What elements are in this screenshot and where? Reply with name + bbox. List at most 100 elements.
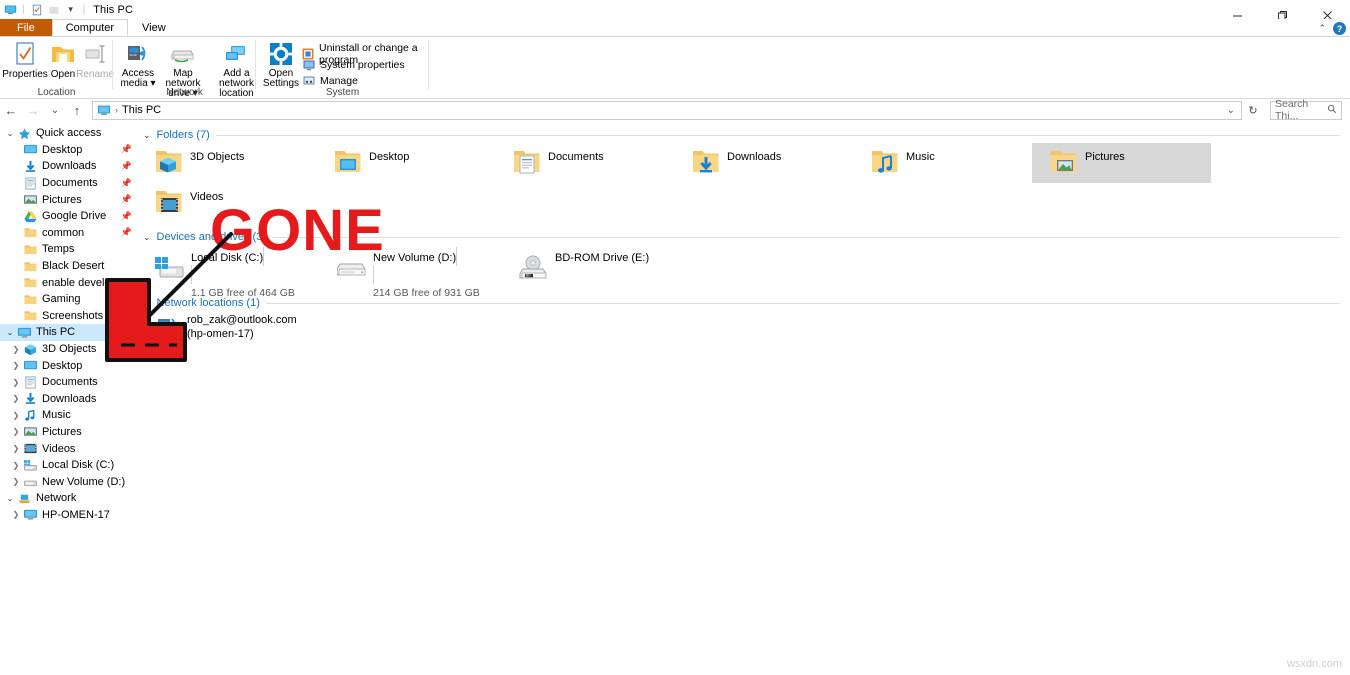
folder-tile[interactable]: Pictures bbox=[1032, 143, 1211, 183]
desktop-icon bbox=[22, 359, 38, 373]
chevron-down-icon[interactable]: ⌄ bbox=[4, 328, 16, 337]
nav-item-label: HP-OMEN-17 bbox=[42, 509, 110, 521]
manage-item[interactable]: Manage bbox=[302, 74, 358, 87]
address-tail: ⌄ bbox=[1227, 105, 1237, 116]
local-disk-icon bbox=[22, 458, 38, 472]
search-input[interactable]: Search Thi... bbox=[1270, 101, 1342, 120]
drive-item[interactable]: BDBD-ROM Drive (E:) bbox=[501, 245, 683, 289]
chevron-right-icon[interactable]: ❯ bbox=[10, 345, 22, 354]
3d-objects-icon bbox=[22, 342, 38, 356]
music-icon bbox=[22, 408, 38, 422]
access-media-button[interactable]: Access media ▾ bbox=[116, 40, 160, 89]
nav-item-label: common bbox=[42, 227, 84, 239]
folder-tile[interactable]: Downloads bbox=[674, 143, 853, 183]
new-folder-icon[interactable] bbox=[47, 3, 61, 17]
map-network-drive-icon bbox=[158, 40, 208, 68]
collapse-ribbon-icon[interactable]: ⌃ bbox=[1318, 23, 1326, 34]
nav-item-hp-omen-17[interactable]: ❯ HP-OMEN-17 bbox=[0, 507, 137, 524]
folder-tile-label: Downloads bbox=[727, 151, 781, 163]
pin-icon[interactable]: 📌 bbox=[121, 211, 132, 222]
network-locations-row: rob_zak@outlook.com(hp-omen-17) bbox=[137, 311, 1350, 341]
group-header-network[interactable]: ⌄ Network locations (1) bbox=[143, 297, 1350, 309]
ribbon-tab-bar: File Computer View ⌃ ? bbox=[0, 19, 1350, 36]
nav-item-pictures[interactable]: ❯Pictures bbox=[0, 424, 137, 441]
folder-tile-label: Music bbox=[906, 151, 935, 163]
nav-section-network[interactable]: ⌄Network bbox=[0, 490, 137, 507]
chevron-right-icon[interactable]: ❯ bbox=[10, 510, 22, 519]
nav-item-desktop[interactable]: Desktop📌 bbox=[0, 142, 137, 159]
nav-item-label: Videos bbox=[42, 443, 75, 455]
recent-locations-button[interactable]: ⌄ bbox=[44, 99, 66, 121]
nav-item-videos[interactable]: ❯ Videos bbox=[0, 440, 137, 457]
qat-divider-2: | bbox=[81, 4, 88, 15]
tab-computer[interactable]: Computer bbox=[52, 19, 128, 36]
nav-item-label: Downloads bbox=[42, 393, 96, 405]
search-icon[interactable] bbox=[1327, 104, 1337, 117]
group-header-folders[interactable]: ⌄ Folders (7) bbox=[143, 129, 1350, 141]
folder-desktop-icon bbox=[334, 147, 362, 175]
navigation-pane[interactable]: ⌄Quick accessDesktop📌Downloads📌Documents… bbox=[0, 121, 137, 675]
nav-item-new-volume-d[interactable]: ❯ New Volume (D:) bbox=[0, 473, 137, 490]
folder-tile-label: Desktop bbox=[369, 151, 409, 163]
chevron-right-icon[interactable]: ❯ bbox=[10, 378, 22, 387]
refresh-button[interactable]: ↻ bbox=[1242, 99, 1264, 121]
forward-button[interactable]: → bbox=[22, 99, 44, 121]
nav-item-label: Google Drive bbox=[42, 210, 106, 222]
nav-section-quick-access[interactable]: ⌄Quick access bbox=[0, 125, 137, 142]
chevron-right-icon[interactable]: ❯ bbox=[10, 411, 22, 420]
drive-free-space: 214 GB free of 931 GB bbox=[373, 287, 480, 299]
nav-item-documents[interactable]: Documents📌 bbox=[0, 175, 137, 192]
chevron-right-icon[interactable]: ❯ bbox=[10, 461, 22, 470]
chevron-right-icon[interactable]: ❯ bbox=[10, 427, 22, 436]
nav-item-label: Downloads bbox=[42, 160, 96, 172]
folder-tile[interactable]: Desktop bbox=[316, 143, 495, 183]
nav-item-label: Pictures bbox=[42, 194, 82, 206]
pin-icon[interactable]: 📌 bbox=[121, 178, 132, 189]
back-button[interactable]: ← bbox=[0, 99, 22, 121]
computer-icon bbox=[22, 508, 38, 522]
nav-item-documents[interactable]: ❯Documents bbox=[0, 374, 137, 391]
pin-icon[interactable]: 📌 bbox=[121, 144, 132, 155]
qat-dropdown-icon[interactable]: ▾ bbox=[64, 3, 78, 17]
open-settings-button[interactable]: Open Settings bbox=[260, 40, 302, 89]
up-button[interactable]: ↑ bbox=[66, 99, 88, 121]
folder-tile[interactable]: Documents bbox=[495, 143, 674, 183]
nav-item-downloads[interactable]: Downloads 📌 bbox=[0, 158, 137, 175]
pictures-icon bbox=[22, 425, 38, 439]
chevron-right-icon[interactable]: ❯ bbox=[10, 394, 22, 403]
nav-item-downloads[interactable]: ❯ Downloads bbox=[0, 391, 137, 408]
chevron-down-icon[interactable]: ⌄ bbox=[4, 494, 16, 503]
ribbon-group-location-label: Location bbox=[0, 87, 113, 98]
breadcrumb-this-pc[interactable]: This PC bbox=[122, 104, 161, 116]
system-properties-item[interactable]: System properties bbox=[302, 58, 405, 71]
chevron-right-icon[interactable]: ❯ bbox=[10, 361, 22, 370]
tab-view[interactable]: View bbox=[128, 19, 180, 36]
help-icon[interactable]: ? bbox=[1333, 22, 1346, 35]
folder-videos-icon bbox=[155, 187, 183, 215]
ribbon-divider-3 bbox=[428, 40, 429, 89]
ribbon-group-system-label: System bbox=[256, 87, 429, 98]
properties-icon[interactable] bbox=[30, 3, 44, 17]
chevron-down-icon[interactable]: ⌄ bbox=[143, 130, 151, 141]
chevron-right-icon[interactable]: ❯ bbox=[10, 444, 22, 453]
chevron-right-icon[interactable]: ❯ bbox=[10, 477, 22, 486]
nav-item-local-disk-c[interactable]: ❯Local Disk (C:) bbox=[0, 457, 137, 474]
address-path-box[interactable]: › This PC ⌄ bbox=[92, 101, 1242, 120]
folder-icon bbox=[22, 242, 38, 256]
tab-file[interactable]: File bbox=[0, 19, 52, 36]
folder-tile[interactable]: Music bbox=[853, 143, 1032, 183]
this-pc-icon[interactable] bbox=[3, 3, 17, 17]
pin-icon[interactable]: 📌 bbox=[121, 194, 132, 205]
downloads-icon bbox=[22, 392, 38, 406]
breadcrumb-separator[interactable]: › bbox=[115, 105, 118, 115]
nav-item-label: New Volume (D:) bbox=[42, 476, 125, 488]
ribbon-tab-bar-right: ⌃ ? bbox=[1318, 22, 1346, 35]
pin-icon[interactable]: 📌 bbox=[121, 161, 132, 172]
nav-item-music[interactable]: ❯Music bbox=[0, 407, 137, 424]
chevron-down-icon[interactable]: ⌄ bbox=[4, 129, 16, 138]
nav-item-google-drive[interactable]: Google Drive 📌 bbox=[0, 208, 137, 225]
address-dropdown-icon[interactable]: ⌄ bbox=[1227, 105, 1235, 116]
folder-tile[interactable]: 3D Objects bbox=[137, 143, 316, 183]
nav-item-pictures[interactable]: Pictures 📌 bbox=[0, 191, 137, 208]
qat-divider: | bbox=[20, 4, 27, 15]
